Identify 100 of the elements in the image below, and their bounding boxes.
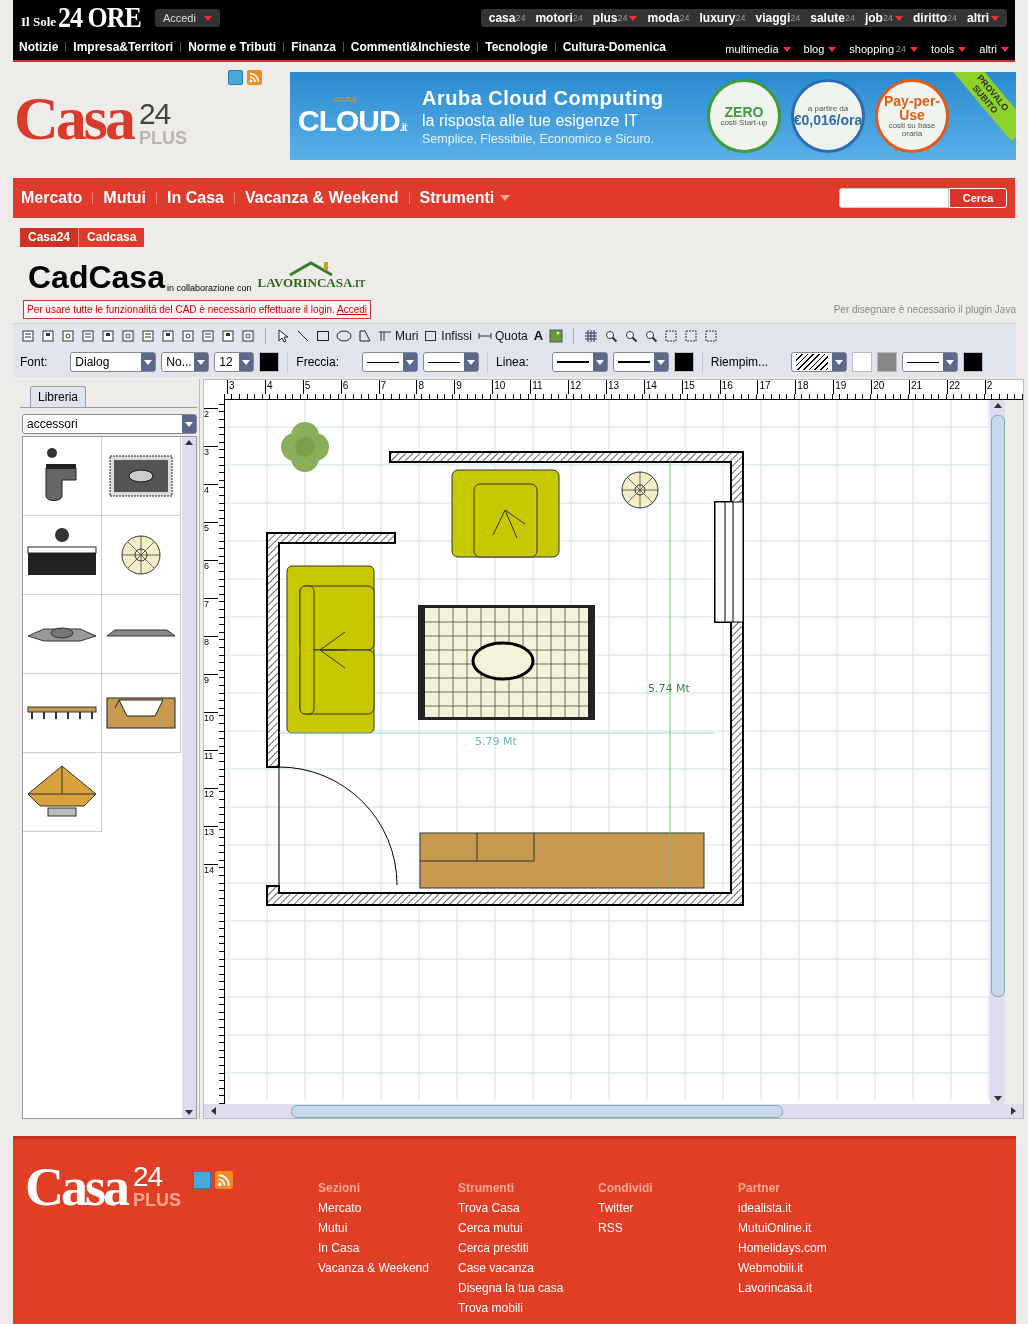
nav-link[interactable]: Mutui [103, 189, 146, 207]
image-icon[interactable] [549, 328, 564, 343]
footer-link[interactable]: Trova Casa [458, 1201, 598, 1221]
site-link[interactable]: luxury24 [699, 11, 746, 25]
rectangle-icon[interactable] [316, 328, 330, 343]
border-dropdown[interactable] [902, 352, 959, 372]
rug-icon[interactable] [106, 454, 176, 498]
login-button[interactable]: Accedi [154, 9, 220, 27]
footer-link[interactable]: In Casa [318, 1241, 458, 1261]
footer-link[interactable]: Trova mobili [458, 1301, 598, 1321]
site-link[interactable]: plus24 [592, 11, 638, 25]
breadcrumb-link[interactable]: Casa24 [20, 228, 80, 247]
fill-pattern-dropdown[interactable] [791, 352, 848, 372]
line-icon[interactable] [296, 328, 310, 343]
grid-icon[interactable] [584, 328, 599, 343]
color-swatch[interactable] [259, 352, 280, 372]
library-tab[interactable]: Libreria [30, 386, 87, 407]
size-dropdown[interactable]: 12 [214, 352, 255, 372]
section-link[interactable]: Impresa&Territori [73, 40, 174, 54]
scrollbar[interactable] [204, 1104, 1023, 1118]
color-swatch[interactable] [963, 352, 984, 372]
site-link[interactable]: viaggi24 [755, 11, 801, 25]
section-link[interactable]: Tecnologie [485, 40, 548, 54]
category-dropdown[interactable]: accessori [22, 414, 197, 434]
nav-link[interactable]: In Casa [167, 189, 224, 207]
zoom-out-icon[interactable] [624, 328, 639, 343]
footer-link[interactable]: RSS [598, 1221, 738, 1241]
section-link[interactable]: Finanza [291, 40, 336, 54]
menu-link[interactable]: shopping 24 [849, 43, 918, 55]
corner-table-icon[interactable] [26, 764, 98, 820]
nav-link[interactable]: Vacanza & Weekend [244, 189, 399, 207]
site-logo[interactable]: Il Sole 24 ORE [21, 3, 141, 33]
footer-link[interactable]: Case vacanza [458, 1261, 598, 1281]
site-link[interactable]: altri [967, 11, 999, 25]
nav-link[interactable]: Mercato [21, 189, 83, 207]
splitter-handle[interactable] [199, 379, 200, 1119]
search-button[interactable]: Cerca [949, 188, 1007, 208]
scroll-up-icon[interactable] [185, 440, 193, 445]
breadcrumb-link[interactable]: Cadcasa [79, 228, 145, 247]
partner-logo[interactable]: LAVORINCASA.IT [257, 261, 366, 291]
line-width-dropdown[interactable] [612, 352, 669, 372]
color-swatch[interactable] [852, 352, 873, 372]
site-link[interactable]: motori24 [535, 11, 583, 25]
section-link[interactable]: Notizie [19, 40, 59, 54]
menu-link[interactable]: blog [803, 43, 837, 55]
footer-link[interactable]: Webmobili.it [738, 1261, 878, 1281]
section-link[interactable]: Norme e Tributi [188, 40, 277, 54]
color-swatch[interactable] [673, 352, 694, 372]
site-link[interactable]: moda24 [647, 11, 690, 25]
round-rug-icon[interactable] [119, 533, 163, 577]
scroll-down-icon[interactable] [185, 1110, 193, 1115]
tool-button[interactable]: Muri [378, 328, 419, 343]
shelf-icon[interactable] [105, 628, 177, 640]
glass-table-icon[interactable] [26, 624, 98, 644]
polygon-icon[interactable] [358, 328, 372, 343]
footer-link[interactable]: MutuiOnline.it [738, 1221, 878, 1241]
ellipse-icon[interactable] [336, 328, 352, 343]
footer-link[interactable]: Lavorincasa.it [738, 1281, 878, 1301]
scroll-right-icon[interactable] [1010, 1107, 1016, 1115]
search-field[interactable] [839, 188, 949, 208]
footer-link[interactable]: Cerca mutui [458, 1221, 598, 1241]
footer-link[interactable]: Cerca prestiti [458, 1241, 598, 1261]
color-swatch[interactable] [877, 352, 898, 372]
footer-link[interactable]: Vacanza & Weekend [318, 1261, 458, 1281]
nav-link[interactable]: Strumenti [419, 189, 511, 207]
login-link[interactable]: Accedi [337, 304, 367, 315]
footer-link[interactable]: Mercato [318, 1201, 458, 1221]
menu-link[interactable]: tools [931, 43, 967, 55]
arrow-start-dropdown[interactable] [362, 352, 419, 372]
section-link[interactable]: Commenti&Inchieste [350, 40, 471, 54]
pointer-icon[interactable] [276, 328, 290, 343]
zoom-in-icon[interactable] [604, 328, 619, 343]
footer-link[interactable]: Homelidays.com [738, 1241, 878, 1261]
site-link[interactable]: job24 [864, 11, 903, 25]
scroll-left-icon[interactable] [211, 1107, 216, 1115]
arrow-end-dropdown[interactable] [423, 352, 480, 372]
zoom-icon[interactable] [644, 328, 659, 343]
section-link[interactable]: Cultura-Domenica [562, 40, 666, 54]
style-dropdown[interactable]: No... [161, 352, 210, 372]
menu-link[interactable]: altri [979, 43, 1009, 55]
tool-button[interactable]: Quota [478, 328, 528, 343]
scrollbar[interactable] [182, 437, 196, 1118]
rss-icon[interactable] [215, 1171, 234, 1189]
tool-button[interactable]: Infissi [424, 328, 473, 343]
bench-icon[interactable] [26, 705, 98, 721]
menu-link[interactable]: multimedia [725, 43, 791, 55]
fireplace-icon[interactable] [105, 696, 177, 730]
footer-link[interactable]: Mutui [318, 1221, 458, 1241]
footer-link[interactable]: idealista.it [738, 1201, 878, 1221]
scroll-up-icon[interactable] [993, 403, 1002, 408]
line-style-dropdown[interactable] [551, 352, 608, 372]
site-link[interactable]: salute24 [810, 11, 855, 25]
ad-banner[interactable] [290, 72, 1016, 160]
footer-link[interactable]: Disegna la tua casa [458, 1281, 598, 1301]
font-dropdown[interactable]: Dialog [70, 352, 157, 372]
tool-button[interactable]: A [533, 328, 544, 343]
site-link[interactable]: diritto24 [912, 11, 957, 25]
footer-link[interactable]: Twitter [598, 1201, 738, 1221]
scrollbar[interactable] [990, 400, 1005, 1104]
site-link[interactable]: casa24 [488, 11, 526, 25]
